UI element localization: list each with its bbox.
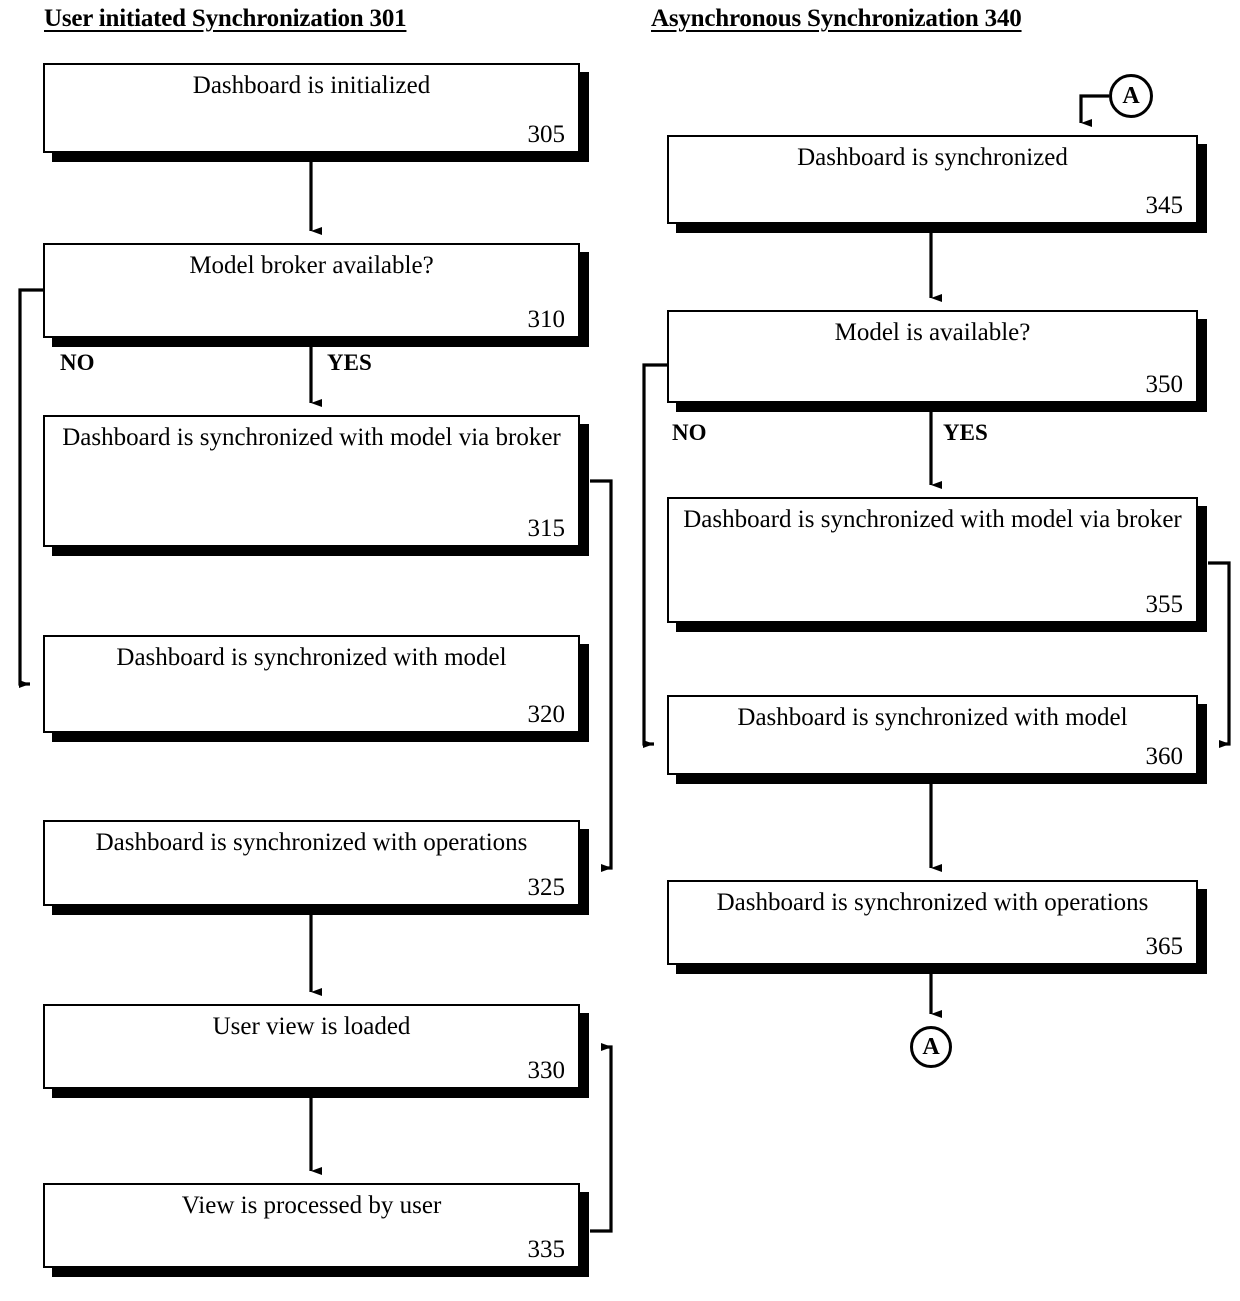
step-box-315[interactable]: Dashboard is synchronized with model via… xyxy=(43,415,580,547)
step-box-310[interactable]: Model broker available? 310 xyxy=(43,243,580,338)
patent-flowchart-figure: User initiated Synchronization 301 Async… xyxy=(0,0,1240,1301)
step-box-335-text: View is processed by user xyxy=(181,1192,442,1219)
step-box-365[interactable]: Dashboard is synchronized with operation… xyxy=(667,880,1198,965)
connector-circle-a-entry[interactable]: A xyxy=(1109,74,1153,118)
step-box-345-text: Dashboard is synchronized xyxy=(797,144,1068,171)
step-box-335-number: 335 xyxy=(527,1235,566,1263)
step-box-350-text: Model is available? xyxy=(834,319,1031,346)
step-box-325-text: Dashboard is synchronized with operation… xyxy=(95,829,528,856)
step-box-355-number: 355 xyxy=(1145,590,1184,618)
step-box-330-text: User view is loaded xyxy=(212,1013,411,1040)
step-box-330[interactable]: User view is loaded 330 xyxy=(43,1004,580,1089)
connector-circle-a-exit[interactable]: A xyxy=(910,1026,952,1068)
step-box-320-number: 320 xyxy=(527,700,566,728)
step-box-365-number: 365 xyxy=(1145,932,1184,960)
step-box-310-text: Model broker available? xyxy=(189,252,434,279)
step-box-345[interactable]: Dashboard is synchronized 345 xyxy=(667,135,1198,224)
step-box-350-number: 350 xyxy=(1145,370,1184,398)
branch-label-left-no: NO xyxy=(60,350,95,375)
step-box-325-number: 325 xyxy=(527,873,566,901)
step-box-330-number: 330 xyxy=(527,1056,566,1084)
step-box-350[interactable]: Model is available? 350 xyxy=(667,310,1198,403)
step-box-335[interactable]: View is processed by user 335 xyxy=(43,1183,580,1268)
branch-label-left-yes: YES xyxy=(327,350,372,375)
step-box-360[interactable]: Dashboard is synchronized with model 360 xyxy=(667,695,1198,775)
step-box-360-number: 360 xyxy=(1145,742,1184,770)
step-box-305[interactable]: Dashboard is initialized 305 xyxy=(43,63,580,153)
step-box-320[interactable]: Dashboard is synchronized with model 320 xyxy=(43,635,580,733)
step-box-345-number: 345 xyxy=(1145,191,1184,219)
step-box-365-text: Dashboard is synchronized with operation… xyxy=(716,889,1149,916)
step-box-320-text: Dashboard is synchronized with model xyxy=(116,644,507,671)
branch-label-right-yes: YES xyxy=(943,420,988,445)
step-box-305-text: Dashboard is initialized xyxy=(192,72,431,99)
branch-label-right-no: NO xyxy=(672,420,707,445)
step-box-355[interactable]: Dashboard is synchronized with model via… xyxy=(667,497,1198,623)
left-column-title: User initiated Synchronization 301 xyxy=(44,5,407,32)
step-box-315-number: 315 xyxy=(527,514,566,542)
step-box-325[interactable]: Dashboard is synchronized with operation… xyxy=(43,820,580,906)
step-box-305-number: 305 xyxy=(527,120,566,148)
step-box-315-text: Dashboard is synchronized with model via… xyxy=(62,424,561,451)
step-box-360-text: Dashboard is synchronized with model xyxy=(737,704,1128,731)
step-box-355-text: Dashboard is synchronized with model via… xyxy=(683,506,1182,533)
step-box-310-number: 310 xyxy=(527,305,566,333)
right-column-title: Asynchronous Synchronization 340 xyxy=(651,5,1022,32)
